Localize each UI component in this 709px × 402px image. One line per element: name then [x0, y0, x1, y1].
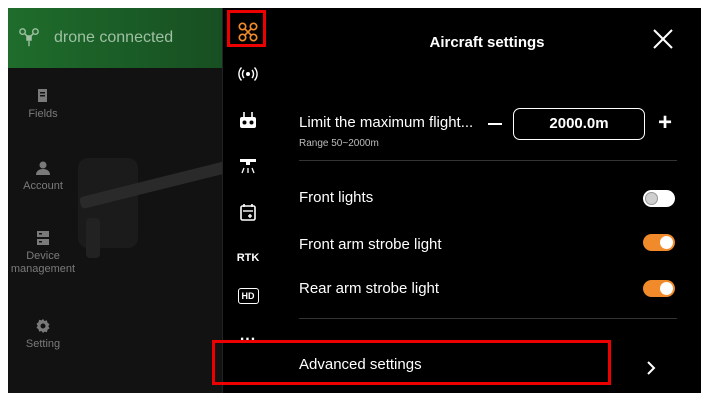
limit-flight-label: Limit the maximum flight...	[299, 114, 474, 131]
rear-arm-strobe-toggle[interactable]	[643, 280, 675, 297]
signal-icon	[238, 67, 258, 81]
aircraft-settings-panel: Aircraft settings Limit the maximum flig…	[273, 8, 701, 393]
rail-remote-controller[interactable]	[223, 100, 273, 140]
rail-spraying[interactable]	[223, 146, 273, 186]
aircraft-tab-highlight	[227, 10, 266, 47]
connection-status-text: drone connected	[54, 29, 174, 46]
spray-icon	[240, 159, 256, 174]
hd-icon: HD	[237, 288, 259, 304]
toggle-knob	[645, 192, 658, 205]
rear-arm-strobe-label: Rear arm strobe light	[299, 280, 440, 297]
front-arm-strobe-toggle[interactable]	[643, 234, 675, 251]
toggle-knob	[660, 282, 673, 295]
chevron-right-icon[interactable]	[644, 361, 658, 375]
drone-icon	[19, 28, 39, 47]
device-icon	[37, 231, 49, 245]
decrease-button[interactable]	[488, 123, 502, 125]
rail-rtk[interactable]: RTK	[223, 238, 273, 278]
front-lights-toggle[interactable]	[643, 190, 675, 207]
sidebar-item-setting[interactable]: Setting	[8, 318, 78, 351]
remote-controller-icon	[240, 112, 256, 128]
account-icon	[36, 161, 50, 175]
sidebar-item-label: Device management	[10, 250, 76, 275]
front-arm-strobe-label: Front arm strobe light	[299, 236, 442, 253]
sidebar-item-label: Setting	[25, 338, 61, 350]
divider	[299, 318, 677, 319]
rail-signal[interactable]	[223, 54, 273, 94]
sidebar-item-fields[interactable]: Fields	[8, 88, 78, 121]
sidebar-item-label: Fields	[28, 108, 58, 120]
divider	[299, 160, 677, 161]
rail-battery[interactable]	[223, 192, 273, 232]
close-icon[interactable]	[652, 28, 674, 50]
rtk-label: RTK	[236, 252, 260, 264]
sidebar-item-label: Account	[23, 180, 63, 192]
increase-button[interactable]: +	[658, 110, 672, 136]
sidebar-item-account[interactable]: Account	[8, 160, 78, 193]
limit-range-hint: Range 50~2000m	[299, 138, 379, 149]
drone-leg-image	[86, 218, 100, 258]
gear-icon	[36, 319, 50, 333]
panel-title: Aircraft settings	[429, 34, 545, 51]
fields-icon	[38, 89, 47, 102]
toggle-knob	[660, 236, 673, 249]
rail-hd[interactable]: HD	[223, 276, 273, 316]
connection-status-bar[interactable]: drone connected	[8, 8, 222, 68]
sidebar-item-device-management[interactable]: Device management	[8, 230, 78, 276]
front-lights-label: Front lights	[299, 189, 374, 206]
left-panel: drone connected Fields Account Device ma…	[8, 8, 222, 393]
settings-category-rail: RTK HD ...	[222, 8, 274, 393]
advanced-settings-highlight	[212, 340, 611, 385]
battery-icon	[240, 204, 256, 221]
max-flight-input[interactable]: 2000.0m	[513, 108, 645, 140]
